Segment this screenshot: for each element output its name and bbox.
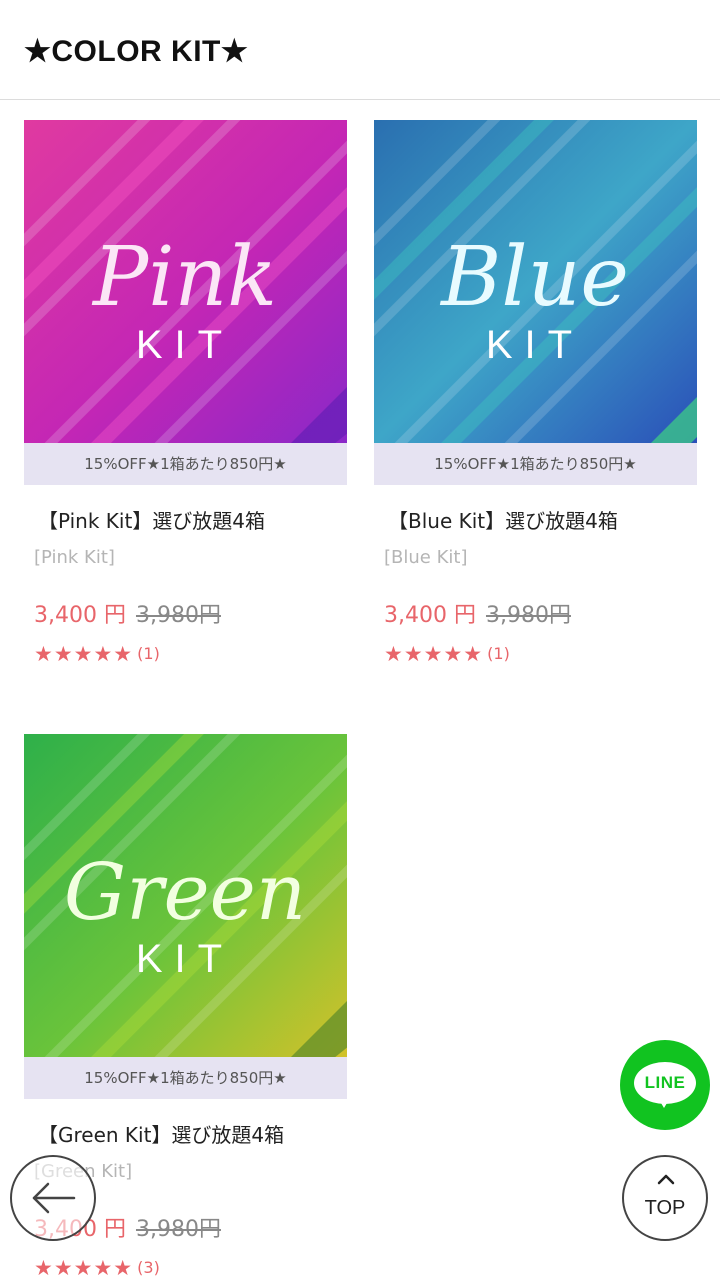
line-chat-button[interactable]: LINE [620, 1040, 710, 1130]
price-row: 3,400 円 3,980円 [384, 597, 571, 629]
product-image-word: Pink [91, 230, 277, 325]
original-price: 3,980円 [135, 1217, 221, 1242]
rating-row[interactable]: ★★★★★ (1) [384, 642, 510, 666]
product-image-kit: KIT [486, 323, 584, 367]
chevron-up-icon [657, 1174, 675, 1185]
product-title[interactable]: 【Blue Kit】選び放題4箱 [388, 505, 618, 534]
review-count: (3) [137, 1258, 160, 1277]
product-subtitle: [Pink Kit] [34, 547, 115, 568]
product-image[interactable]: Pink KIT [24, 120, 347, 443]
promo-banner: 15%OFF★1箱あたり850円★ [24, 1057, 347, 1099]
product-title[interactable]: 【Pink Kit】選び放題4箱 [38, 505, 265, 534]
back-button[interactable] [10, 1155, 96, 1241]
page-title: ★COLOR KIT★ [24, 35, 249, 68]
page-header: ★COLOR KIT★ [0, 0, 720, 100]
product-image[interactable]: Blue KIT [374, 120, 697, 443]
product-subtitle: [Blue Kit] [384, 547, 468, 568]
star-rating-icon: ★★★★★ [34, 1256, 134, 1280]
product-image-kit: KIT [136, 937, 234, 981]
scroll-top-button[interactable]: TOP [622, 1155, 708, 1241]
sale-price: 3,400 円 [34, 603, 126, 628]
product-title[interactable]: 【Green Kit】選び放題4箱 [38, 1119, 284, 1148]
original-price: 3,980円 [485, 603, 571, 628]
rating-row[interactable]: ★★★★★ (1) [34, 642, 160, 666]
review-count: (1) [137, 644, 160, 663]
sale-price: 3,400 円 [384, 603, 476, 628]
review-count: (1) [487, 644, 510, 663]
price-row: 3,400 円 3,980円 [34, 597, 221, 629]
arrow-left-icon [32, 1182, 76, 1214]
product-image-kit: KIT [136, 323, 234, 367]
rating-row[interactable]: ★★★★★ (3) [34, 1256, 160, 1280]
star-rating-icon: ★★★★★ [384, 642, 484, 666]
top-label: TOP [644, 1197, 686, 1219]
promo-banner: 15%OFF★1箱あたり850円★ [24, 443, 347, 485]
product-image-word: Blue [439, 230, 629, 325]
product-image-word: Green [64, 848, 306, 938]
line-label: LINE [644, 1073, 686, 1092]
star-rating-icon: ★★★★★ [34, 642, 134, 666]
product-image[interactable]: Green KIT [24, 734, 347, 1057]
promo-banner: 15%OFF★1箱あたり850円★ [374, 443, 697, 485]
original-price: 3,980円 [135, 603, 221, 628]
